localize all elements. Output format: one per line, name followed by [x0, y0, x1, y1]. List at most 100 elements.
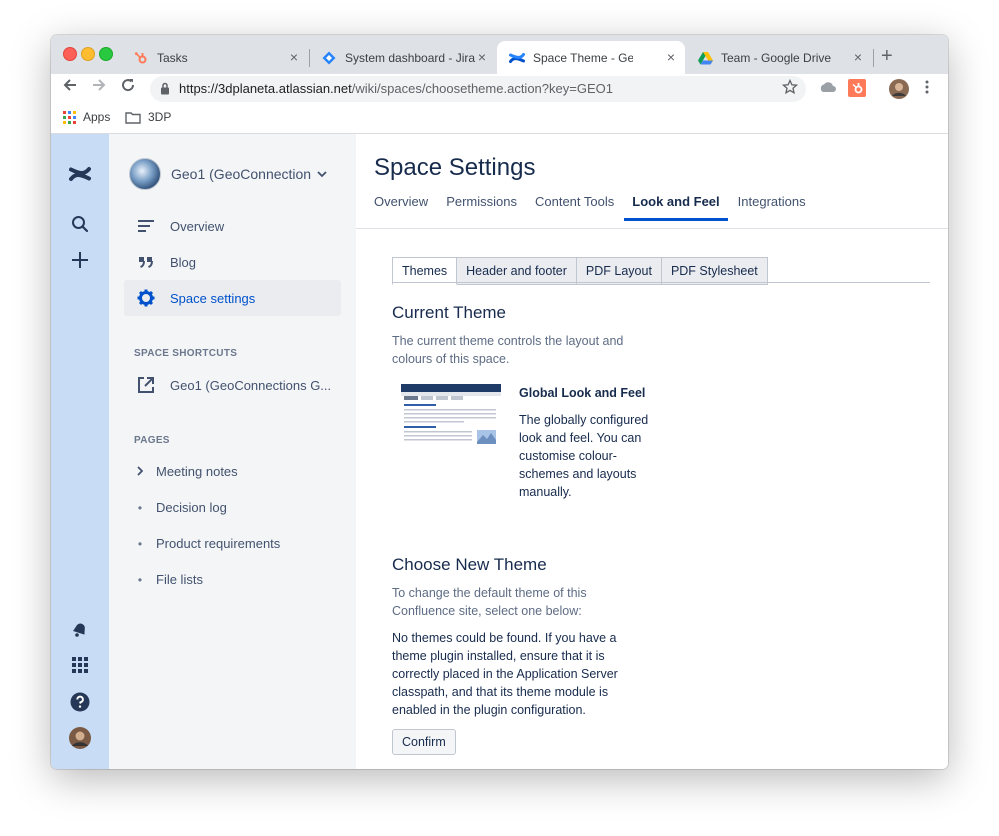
- reload-button[interactable]: [120, 77, 136, 98]
- address-bar[interactable]: https://3dplaneta.atlassian.net/wiki/spa…: [150, 76, 806, 102]
- sidebar-item-label: Blog: [170, 254, 197, 270]
- close-tab-icon[interactable]: ×: [478, 49, 486, 65]
- bookmark-3dp[interactable]: 3DP: [125, 110, 171, 124]
- page-item-product-requirements[interactable]: • Product requirements: [135, 536, 280, 551]
- tab-title: System dashboard - Jira: [345, 50, 476, 65]
- close-tab-icon[interactable]: ×: [854, 49, 862, 65]
- confluence-logo-icon[interactable]: [68, 162, 92, 186]
- sidebar-item-label: Space settings: [170, 290, 256, 306]
- bookmarks-bar: Apps 3DP: [51, 104, 948, 134]
- forward-button[interactable]: [91, 77, 107, 98]
- subtab-header-footer[interactable]: Header and footer: [457, 257, 577, 285]
- browser-tab-jira[interactable]: System dashboard - Jira ×: [309, 41, 496, 74]
- space-header[interactable]: Geo1 (GeoConnections): [129, 158, 339, 190]
- quote-icon: [136, 252, 156, 272]
- current-theme-heading: Current Theme: [392, 303, 507, 322]
- global-navigation: [51, 134, 109, 769]
- back-button[interactable]: [62, 77, 78, 98]
- tab-content-tools[interactable]: Content Tools: [535, 194, 614, 221]
- minimize-window-button[interactable]: [81, 47, 95, 61]
- url-host: https://3dplaneta.atlassian.net: [179, 81, 352, 96]
- close-tab-icon[interactable]: ×: [290, 49, 298, 65]
- close-tab-icon[interactable]: ×: [667, 49, 675, 65]
- sidebar-item-overview[interactable]: Overview: [124, 208, 341, 244]
- reload-icon: [122, 79, 135, 92]
- app-switcher-icon[interactable]: [68, 653, 92, 677]
- page-label: Decision log: [156, 500, 227, 515]
- page-label: Product requirements: [156, 536, 281, 551]
- settings-tabs: Overview Permissions Content Tools Look …: [374, 194, 824, 221]
- sidebar-item-space-settings[interactable]: Space settings: [124, 280, 341, 316]
- tab-look-and-feel[interactable]: Look and Feel: [624, 194, 728, 221]
- space-shortcuts-heading: SPACE SHORTCUTS: [134, 348, 238, 359]
- drive-extension-icon[interactable]: [819, 79, 837, 102]
- page-label: File lists: [156, 572, 203, 587]
- browser-menu-icon[interactable]: [924, 79, 930, 100]
- url-text: https://3dplaneta.atlassian.net/wiki/spa…: [179, 81, 613, 96]
- profile-avatar[interactable]: [889, 79, 909, 104]
- close-window-button[interactable]: [63, 47, 77, 61]
- tab-title: Space Theme - Geo1 (GeoConnections): [533, 50, 633, 65]
- sidebar-item-label: Overview: [170, 218, 225, 234]
- bookmark-star-icon[interactable]: [781, 78, 799, 100]
- bookmark-label: Apps: [83, 110, 111, 124]
- notifications-bell-icon[interactable]: [68, 617, 92, 641]
- browser-tab-google-drive[interactable]: Team - Google Drive ×: [685, 41, 872, 74]
- theme-name: Global Look and Feel: [519, 386, 646, 400]
- sidebar-shortcut-geo1[interactable]: Geo1 (GeoConnections G...: [124, 367, 341, 403]
- bookmark-apps[interactable]: Apps: [63, 110, 110, 124]
- theme-thumbnail: [401, 384, 501, 448]
- bookmark-label: 3DP: [148, 110, 172, 124]
- google-drive-icon: [697, 50, 713, 66]
- subtab-pdf-stylesheet[interactable]: PDF Stylesheet: [661, 257, 768, 285]
- page-item-file-lists[interactable]: • File lists: [135, 572, 203, 587]
- space-avatar: [129, 158, 161, 190]
- create-plus-icon[interactable]: [68, 248, 92, 272]
- help-icon[interactable]: [68, 690, 92, 714]
- browser-toolbar: https://3dplaneta.atlassian.net/wiki/spa…: [51, 74, 948, 104]
- forward-arrow-icon: [93, 79, 106, 91]
- folder-icon: [125, 111, 141, 124]
- confluence-icon: [509, 50, 525, 66]
- choose-theme-heading: Choose New Theme: [392, 555, 547, 574]
- subtab-pdf-layout[interactable]: PDF Layout: [576, 257, 662, 285]
- confluence-app: Geo1 (GeoConnections) Overview Blog Spac…: [51, 134, 948, 769]
- theme-description: The globally configured look and feel. Y…: [519, 413, 649, 499]
- space-sidebar: Geo1 (GeoConnections) Overview Blog Spac…: [109, 134, 356, 769]
- tab-separator: [873, 49, 874, 67]
- tab-title: Tasks: [157, 50, 188, 65]
- no-themes-message: No themes could be found. If you have a …: [392, 631, 618, 717]
- user-avatar[interactable]: [68, 726, 92, 750]
- page-item-meeting-notes[interactable]: Meeting notes: [135, 464, 238, 479]
- external-link-icon: [136, 375, 156, 395]
- browser-tab-space-theme[interactable]: Space Theme - Geo1 (GeoConnections) ×: [497, 41, 685, 74]
- choose-theme-description: To change the default theme of this Conf…: [392, 586, 587, 618]
- chevron-right-icon[interactable]: [135, 465, 145, 479]
- page-item-decision-log[interactable]: • Decision log: [135, 500, 227, 515]
- sidebar-item-blog[interactable]: Blog: [124, 244, 341, 280]
- current-theme-description: The current theme controls the layout an…: [392, 334, 624, 366]
- hubspot-extension-icon[interactable]: [848, 79, 866, 102]
- search-icon[interactable]: [68, 212, 92, 236]
- apps-grid-icon: [63, 110, 76, 124]
- space-name: Geo1 (GeoConnections): [171, 166, 311, 182]
- tab-title: Team - Google Drive: [721, 50, 832, 65]
- look-and-feel-subtabs: Themes Header and footer PDF Layout PDF …: [392, 257, 768, 285]
- subtab-themes[interactable]: Themes: [392, 257, 458, 285]
- bullet-icon: •: [137, 536, 143, 551]
- pages-heading: PAGES: [134, 435, 170, 446]
- main-content: Space Settings Overview Permissions Cont…: [356, 134, 948, 769]
- zoom-window-button[interactable]: [99, 47, 113, 61]
- page-title: Space Settings: [374, 154, 536, 181]
- tab-strip: Tasks × System dashboard - Jira × Space …: [51, 35, 948, 74]
- overview-icon: [136, 216, 156, 236]
- browser-tab-tasks[interactable]: Tasks ×: [121, 41, 308, 74]
- lock-icon: [160, 82, 170, 100]
- tab-integrations[interactable]: Integrations: [738, 194, 806, 221]
- tab-overview[interactable]: Overview: [374, 194, 428, 221]
- tab-permissions[interactable]: Permissions: [446, 194, 517, 221]
- tabs-divider: [356, 228, 948, 229]
- chevron-down-icon[interactable]: [317, 167, 327, 181]
- confirm-button[interactable]: Confirm: [392, 729, 456, 755]
- new-tab-button[interactable]: +: [881, 45, 893, 68]
